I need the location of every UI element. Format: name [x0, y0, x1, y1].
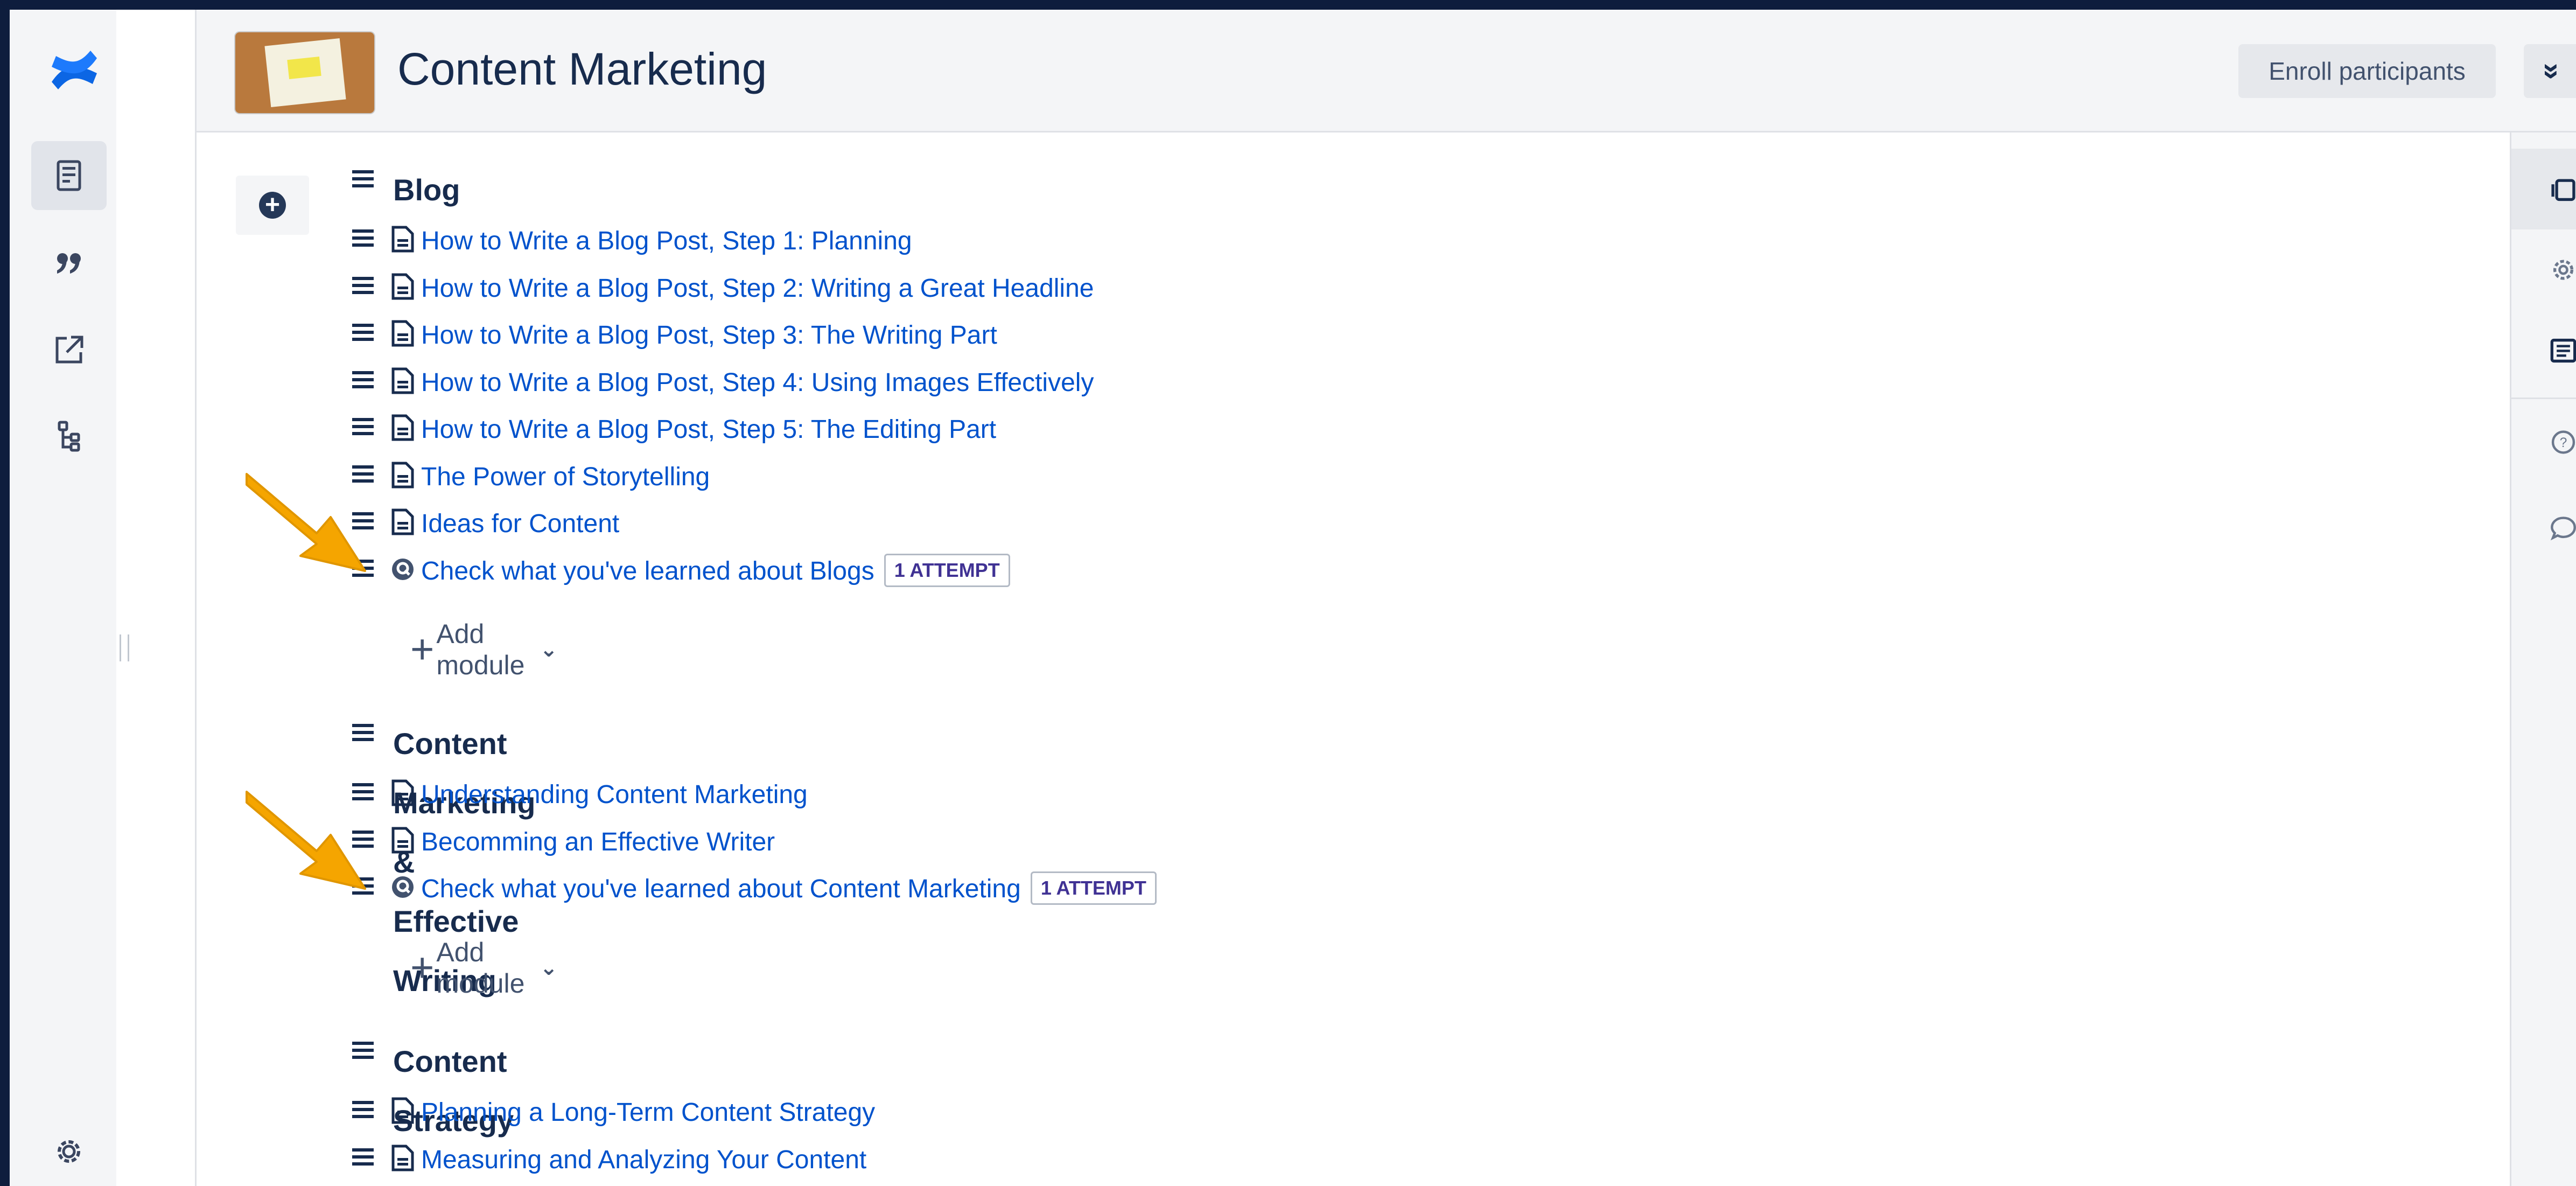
external-link-icon[interactable]	[31, 316, 107, 385]
list-icon[interactable]	[2511, 310, 2576, 391]
module-link[interactable]: Becomming an Effective Writer	[421, 821, 775, 864]
page-icon	[391, 226, 414, 253]
plus-icon: +	[410, 944, 435, 990]
add-module-label: Add module	[436, 619, 525, 680]
page-icon	[391, 414, 414, 441]
collapse-button[interactable]: »	[2524, 44, 2576, 98]
plus-icon: +	[410, 626, 435, 672]
drag-handle-icon[interactable]	[351, 1098, 375, 1121]
module-link[interactable]: How to Write a Blog Post, Step 3: The Wr…	[421, 314, 997, 357]
comment-icon[interactable]	[2511, 488, 2576, 569]
add-section-button[interactable]: +	[236, 176, 309, 235]
page-header: Content Marketing Enroll participants »	[197, 10, 2576, 132]
drag-handle-icon[interactable]	[351, 721, 375, 744]
annotation-arrow-icon	[246, 791, 366, 890]
module-link[interactable]: How to Write a Blog Post, Step 1: Planni…	[421, 220, 912, 263]
page-icon	[391, 779, 414, 806]
attempt-badge: 1 ATTEMPT	[884, 553, 1010, 587]
quiz-icon	[392, 558, 414, 580]
page-icon	[391, 1145, 414, 1171]
module-link[interactable]: The Power of Storytelling	[421, 456, 710, 499]
settings-icon[interactable]	[2511, 229, 2576, 310]
page-icon	[391, 827, 414, 853]
module-link[interactable]: Understanding Content Marketing	[421, 773, 808, 817]
module-link[interactable]: How to Write a Blog Post, Step 4: Using …	[421, 361, 1094, 404]
drag-handle-icon[interactable]	[351, 226, 375, 250]
add-module-label: Add module	[436, 937, 525, 999]
hierarchy-icon[interactable]	[31, 402, 107, 471]
svg-text:?: ?	[2560, 436, 2567, 450]
chevron-down-icon: ⌄	[540, 638, 558, 661]
annotation-arrow-icon	[246, 473, 366, 572]
page-icon	[391, 1097, 414, 1124]
toolbar-divider	[2511, 397, 2576, 399]
enroll-participants-button[interactable]: Enroll participants	[2238, 44, 2496, 98]
module-link[interactable]: Check what you've learned about Blogs 1 A…	[421, 550, 1010, 593]
double-chevron-icon: »	[2536, 62, 2571, 80]
module-link[interactable]: Check what you've learned about Content …	[421, 868, 1157, 911]
right-toolbar: ?	[2510, 132, 2576, 1186]
page-icon	[391, 462, 414, 488]
page-icon	[391, 273, 414, 299]
module-link[interactable]: How to Write a Blog Post, Step 2: Writin…	[421, 267, 1094, 310]
drag-handle-icon[interactable]	[351, 1145, 375, 1169]
drag-handle-icon[interactable]	[351, 167, 375, 191]
module-link[interactable]: Measuring and Analyzing Your Content	[421, 1139, 866, 1182]
page-title: Content Marketing	[397, 44, 767, 94]
module-link[interactable]: How to Write a Blog Post, Step 5: The Ed…	[421, 408, 996, 451]
drag-handle-icon[interactable]	[351, 415, 375, 438]
attempt-badge: 1 ATTEMPT	[1030, 871, 1157, 905]
drag-handle-icon[interactable]	[351, 368, 375, 392]
drag-handle-icon[interactable]	[351, 320, 375, 344]
plus-circle-icon: +	[259, 192, 286, 219]
section-title: Blog	[393, 173, 460, 207]
drag-handle-icon[interactable]	[351, 274, 375, 297]
module-link[interactable]: Planning a Long-Term Content Strategy	[421, 1091, 875, 1134]
global-nav-rail	[10, 10, 116, 1186]
quote-icon[interactable]	[31, 229, 107, 298]
quiz-label[interactable]: Check what you've learned about Blogs	[421, 557, 874, 585]
resize-handle[interactable]	[120, 634, 129, 661]
help-icon[interactable]: ?	[2511, 402, 2576, 483]
quiz-label[interactable]: Check what you've learned about Content …	[421, 875, 1021, 903]
pages-icon[interactable]	[31, 141, 107, 210]
page-icon	[391, 367, 414, 394]
settings-icon[interactable]	[31, 1125, 107, 1178]
drag-handle-icon[interactable]	[351, 1038, 375, 1062]
course-thumbnail	[235, 32, 374, 113]
course-outline: + Blog How to Write a Blog Post, Step 1:…	[197, 132, 2510, 1186]
copy-icon[interactable]	[2511, 149, 2576, 229]
quiz-icon	[392, 876, 414, 898]
chevron-down-icon: ⌄	[540, 955, 558, 980]
confluence-logo-icon[interactable]	[47, 43, 101, 97]
sidebar-panel	[116, 10, 197, 1186]
page-icon	[391, 320, 414, 347]
page-icon	[391, 508, 414, 535]
module-link[interactable]: Ideas for Content	[421, 503, 619, 546]
